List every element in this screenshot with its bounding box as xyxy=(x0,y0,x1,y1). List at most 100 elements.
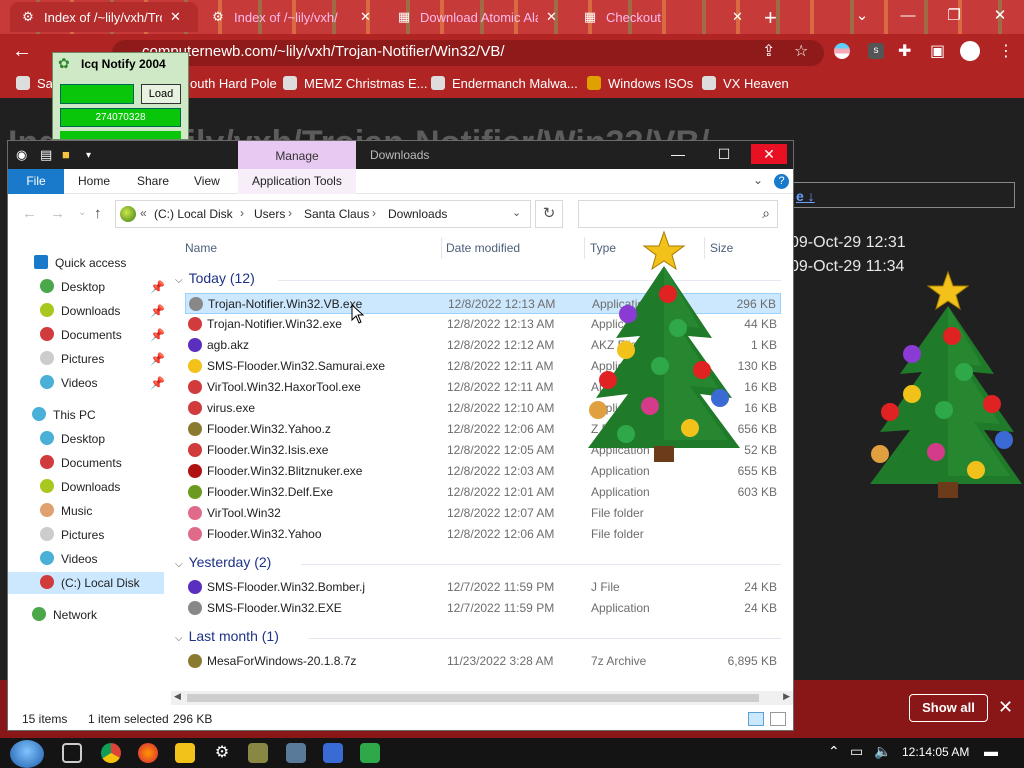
column-divider[interactable] xyxy=(441,237,442,259)
app-icon[interactable] xyxy=(248,743,268,763)
refresh-button[interactable]: ↻ xyxy=(535,200,563,228)
browser-tab[interactable]: ▦ Download Atomic Ala ✕ xyxy=(386,2,568,32)
task-view-icon[interactable] xyxy=(62,743,82,763)
file-row[interactable]: Flooder.Win32.Delf.Exe 12/8/2022 12:01 AM… xyxy=(185,482,781,503)
details-view-icon[interactable] xyxy=(748,712,764,726)
large-icons-view-icon[interactable] xyxy=(770,712,786,726)
notifications-icon[interactable]: ▬ xyxy=(984,743,998,759)
column-header-name[interactable]: Name xyxy=(185,241,217,255)
close-icon[interactable]: ✕ xyxy=(998,697,1013,718)
start-button[interactable] xyxy=(10,740,44,768)
nav-pc-music[interactable]: Music xyxy=(40,500,92,522)
close-icon[interactable]: ✕ xyxy=(980,4,1020,28)
breadcrumb-item[interactable]: Santa Claus xyxy=(304,207,369,221)
browser-tab-active[interactable]: ⚙ Index of /~lily/vxh/Troj ✕ xyxy=(10,2,198,32)
manage-tab[interactable]: Manage xyxy=(238,141,356,169)
nav-pc-local-disk[interactable]: (C:) Local Disk xyxy=(8,572,164,594)
tab-close-icon[interactable]: ✕ xyxy=(360,9,371,25)
address-path[interactable]: « (C:) Local Disk › Users › Santa Claus … xyxy=(115,200,531,228)
firefox-icon[interactable] xyxy=(138,743,158,763)
extension-flag-icon[interactable] xyxy=(834,43,850,59)
group-header[interactable]: ⌵ Today (12) xyxy=(175,270,255,286)
minimize-icon[interactable]: — xyxy=(660,144,696,164)
app-icon[interactable] xyxy=(360,743,380,763)
breadcrumb-separator[interactable]: › xyxy=(288,206,292,220)
chevron-down-icon[interactable]: ⌵ xyxy=(175,633,183,644)
show-all-button[interactable]: Show all xyxy=(909,694,988,722)
column-header-date[interactable]: Date modified xyxy=(446,241,520,255)
nav-quick-videos[interactable]: Videos xyxy=(40,372,97,394)
page-link[interactable]: e ↓ xyxy=(796,188,815,204)
expand-ribbon-icon[interactable]: ⌄ xyxy=(753,173,763,187)
customize-quick-access-icon[interactable]: ▾ xyxy=(86,150,91,161)
menu-kebab-icon[interactable]: ⋮ xyxy=(998,41,1014,61)
nav-network[interactable]: Network xyxy=(32,604,97,626)
restore-icon[interactable]: ❐ xyxy=(934,4,974,28)
close-icon[interactable]: ✕ xyxy=(751,144,787,164)
file-row[interactable]: MesaForWindows-20.1.8.7z 11/23/2022 3:28 … xyxy=(185,651,781,672)
breadcrumb-separator[interactable]: › xyxy=(372,206,376,220)
bookmark-item[interactable]: outh Hard Pole xyxy=(190,76,277,91)
file-row[interactable]: VirTool.Win32 12/8/2022 12:07 AM File fold… xyxy=(185,503,781,524)
tab-share[interactable]: Share xyxy=(123,169,183,194)
minimize-icon[interactable]: — xyxy=(888,4,928,28)
scrollbar-thumb[interactable] xyxy=(187,694,759,702)
nav-pc-desktop[interactable]: Desktop xyxy=(40,428,105,450)
back-icon[interactable]: ← xyxy=(12,40,32,63)
new-folder-icon[interactable]: ■ xyxy=(62,147,70,162)
back-icon[interactable]: ← xyxy=(22,205,37,222)
extension-s-icon[interactable]: s xyxy=(868,43,884,59)
nav-pc-pictures[interactable]: Pictures xyxy=(40,524,104,546)
tab-application-tools[interactable]: Application Tools xyxy=(238,169,356,194)
tab-file[interactable]: File xyxy=(8,169,64,194)
file-row[interactable]: Flooder.Win32.Yahoo 12/8/2022 12:06 AM Fil… xyxy=(185,524,781,545)
chevron-down-icon[interactable]: ⌄ xyxy=(512,206,521,219)
up-icon[interactable]: ↑ xyxy=(94,205,102,222)
nav-pc-downloads[interactable]: Downloads xyxy=(40,476,120,498)
file-row[interactable]: Flooder.Win32.Blitznuker.exe 12/8/2022 12… xyxy=(185,461,781,482)
new-tab-icon[interactable]: + xyxy=(764,5,777,31)
scroll-left-icon[interactable]: ◀ xyxy=(174,691,181,702)
breadcrumb-item[interactable]: (C:) Local Disk xyxy=(154,207,233,221)
file-row[interactable]: SMS-Flooder.Win32.Bomber.j 12/7/2022 11:5… xyxy=(185,577,781,598)
tab-close-icon[interactable]: ✕ xyxy=(170,9,181,25)
horizontal-scrollbar[interactable]: ◀ ▶ xyxy=(171,691,793,705)
network-icon[interactable]: ▭ xyxy=(850,743,863,760)
nav-this-pc[interactable]: This PC xyxy=(32,404,96,426)
volume-icon[interactable]: 🔈 xyxy=(874,743,891,760)
forward-icon[interactable]: → xyxy=(50,205,65,222)
share-icon[interactable]: ⇪ xyxy=(762,41,775,61)
profile-avatar[interactable] xyxy=(960,41,980,61)
breadcrumb-separator[interactable]: › xyxy=(240,206,244,220)
breadcrumb-overflow[interactable]: « xyxy=(140,206,147,220)
file-row[interactable]: SMS-Flooder.Win32.EXE 12/7/2022 11:59 PM A… xyxy=(185,598,781,619)
bookmark-star-icon[interactable]: ☆ xyxy=(794,41,808,61)
app-icon[interactable] xyxy=(286,743,306,763)
chevron-down-icon[interactable]: ⌵ xyxy=(175,275,183,286)
taskbar-clock[interactable]: 12:14:05 AM xyxy=(902,745,969,759)
nav-quick-pictures[interactable]: Pictures xyxy=(40,348,104,370)
side-panel-icon[interactable]: ▣ xyxy=(930,41,945,61)
properties-icon[interactable]: ▤ xyxy=(40,147,52,163)
breadcrumb-item[interactable]: Users xyxy=(254,207,285,221)
tab-close-icon[interactable]: ✕ xyxy=(546,9,557,25)
nav-quick-downloads[interactable]: Downloads xyxy=(40,300,120,322)
browser-tab[interactable]: ⚙ Index of /~lily/vxh/ ✕ xyxy=(200,2,382,32)
chrome-icon[interactable] xyxy=(101,743,121,763)
nav-quick-documents[interactable]: Documents xyxy=(40,324,122,346)
browser-tab[interactable]: ▦ Checkout ✕ xyxy=(572,2,754,32)
bookmark-item[interactable]: Sa xyxy=(16,76,53,91)
scroll-right-icon[interactable]: ▶ xyxy=(783,691,790,702)
file-explorer-icon[interactable] xyxy=(175,743,195,763)
nav-pc-documents[interactable]: Documents xyxy=(40,452,122,474)
nav-quick-access[interactable]: Quick access xyxy=(34,252,126,274)
bookmark-item[interactable]: VX Heaven xyxy=(702,76,789,91)
breadcrumb-item[interactable]: Downloads xyxy=(388,207,447,221)
help-icon[interactable]: ? xyxy=(774,174,789,189)
icq-input[interactable] xyxy=(60,84,134,104)
search-input[interactable]: ⌕ xyxy=(578,200,778,228)
tab-home[interactable]: Home xyxy=(64,169,124,194)
group-header[interactable]: ⌵ Last month (1) xyxy=(175,628,279,644)
chevron-down-icon[interactable]: ⌵ xyxy=(175,559,183,570)
extensions-puzzle-icon[interactable]: ✚ xyxy=(898,41,911,61)
